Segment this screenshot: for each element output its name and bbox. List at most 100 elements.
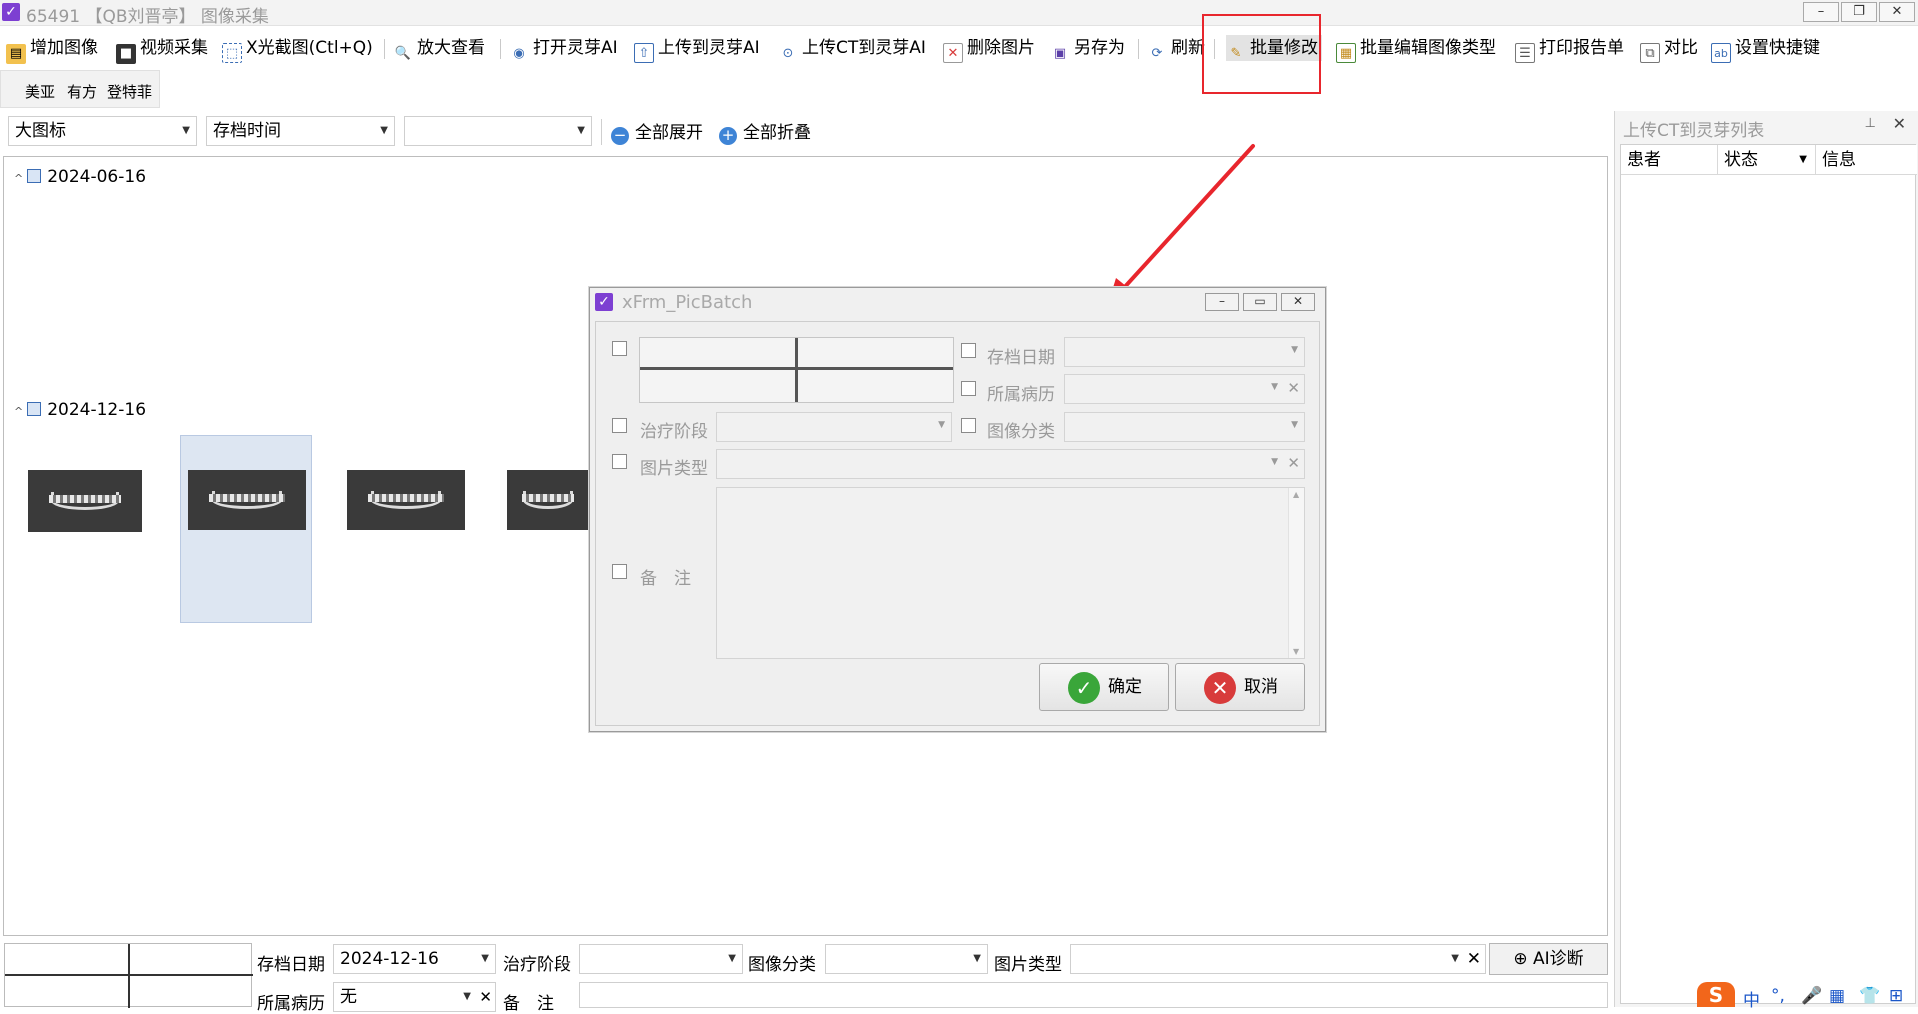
minimize-button[interactable]: –	[1803, 2, 1839, 22]
skin-icon[interactable]: 👕	[1859, 986, 1880, 1006]
column-header[interactable]: 患者	[1621, 145, 1718, 175]
gallery-group-header[interactable]: ^ 2024-12-16	[14, 400, 146, 420]
medical-record-select[interactable]: 无 ▼ ✕	[333, 982, 496, 1012]
picture-type-checkbox[interactable]	[612, 454, 627, 469]
image-category-checkbox[interactable]	[961, 418, 976, 433]
clear-icon[interactable]: ✕	[1287, 379, 1300, 397]
close-icon: ✕	[1204, 672, 1236, 704]
xray-thumbnail[interactable]	[347, 470, 465, 530]
scroll-up-icon: ▲	[1293, 490, 1300, 499]
preview-checkbox[interactable]	[612, 341, 627, 356]
plus-circle-icon: ⊕	[1513, 949, 1528, 969]
app-check-icon: ✓	[2, 3, 20, 21]
scrollbar[interactable]: ▲ ▼	[1288, 488, 1304, 658]
clear-icon[interactable]: ✕	[1287, 454, 1300, 472]
remark-textarea[interactable]: ▲ ▼	[716, 487, 1305, 659]
delete-icon: ✕	[943, 43, 963, 63]
ok-button[interactable]: ✓ 确定	[1039, 663, 1169, 711]
compare-button[interactable]: ⧉ 对比	[1640, 35, 1698, 63]
remark-input[interactable]	[579, 982, 1608, 1008]
view-mode-select[interactable]: 大图标 ▼	[8, 116, 197, 146]
dialog-maximize-button[interactable]: ▭	[1243, 293, 1277, 311]
treatment-stage-checkbox[interactable]	[612, 418, 627, 433]
collapse-all-button[interactable]: + 全部折叠	[719, 121, 811, 145]
group-icon	[27, 169, 42, 183]
medical-record-checkbox[interactable]	[961, 381, 976, 396]
dialog-minimize-button[interactable]: –	[1205, 293, 1239, 311]
ime-toolbar: S 中 °, 🎤 ▦ 👕 ⊞	[1697, 982, 1918, 1011]
menu-grid-icon[interactable]: ⊞	[1889, 986, 1903, 1006]
image-category-label: 图像分类	[987, 422, 1055, 442]
chevron-down-icon: ▼	[728, 953, 736, 964]
ime-punct-toggle[interactable]: °,	[1771, 986, 1785, 1006]
annotation-arrow	[1108, 144, 1255, 304]
treatment-stage-select[interactable]: ▼	[579, 944, 743, 974]
group-tab[interactable]: 美亚	[25, 81, 55, 102]
refresh-button[interactable]: ⟳ 刷新	[1147, 35, 1205, 61]
sogou-logo: S	[1697, 982, 1735, 1007]
panel-close-button[interactable]: ✕	[1893, 114, 1906, 133]
expand-all-button[interactable]: − 全部展开	[611, 121, 703, 145]
delete-image-button[interactable]: ✕ 删除图片	[943, 35, 1035, 63]
save-icon: ▣	[1053, 46, 1067, 61]
window-title: 65491 【QB刘晋亭】 图像采集	[26, 7, 269, 27]
filter-divider	[601, 119, 602, 145]
xray-capture-button[interactable]: ⬚ X光截图(Ctl+Q)	[222, 35, 373, 63]
zoom-view-button[interactable]: 🔍 放大查看	[393, 35, 485, 61]
dialog-close-button[interactable]: ✕	[1281, 293, 1315, 311]
video-capture-button[interactable]: ■ 视频采集	[116, 35, 208, 64]
picture-type-select[interactable]: ▼ ✕	[1070, 944, 1486, 974]
medical-record-field[interactable]: ▼ ✕	[1064, 374, 1305, 404]
xray-thumbnail[interactable]	[507, 470, 589, 530]
extra-select[interactable]: ▼	[404, 116, 592, 146]
ime-lang-toggle[interactable]: 中	[1743, 986, 1760, 1011]
chevron-down-icon: ▼	[1799, 154, 1807, 165]
add-image-button[interactable]: ▤ 增加图像	[6, 35, 98, 64]
clear-icon[interactable]: ✕	[1467, 945, 1481, 973]
folder-icon: ▤	[6, 44, 26, 64]
toolbar-divider	[384, 39, 385, 59]
image-type-icon: ▦	[1336, 43, 1356, 63]
app-check-icon: ✓	[595, 293, 613, 311]
upload-ct-lingya-button[interactable]: ⊙ 上传CT到灵芽AI	[778, 35, 926, 61]
treatment-stage-field[interactable]: ▼	[716, 412, 952, 442]
ct-upload-icon: ⊙	[782, 46, 794, 61]
remark-checkbox[interactable]	[612, 564, 627, 579]
batch-edit-type-button[interactable]: ▦ 批量编辑图像类型	[1336, 35, 1496, 63]
picture-type-field[interactable]: ▼ ✕	[716, 449, 1305, 479]
cancel-button[interactable]: ✕ 取消	[1175, 663, 1305, 711]
column-header[interactable]: 信息	[1816, 145, 1917, 175]
archive-date-field[interactable]: ▼	[1064, 337, 1305, 367]
panel-title: 上传CT到灵芽列表	[1623, 121, 1765, 141]
dialog-title: xFrm_PicBatch	[622, 292, 753, 313]
ai-diagnosis-button[interactable]: ⊕ AI诊断	[1489, 943, 1608, 975]
upload-icon: ⇧	[634, 43, 654, 63]
group-tab[interactable]: 有方	[67, 81, 97, 102]
keyboard-icon[interactable]: ▦	[1829, 986, 1845, 1006]
xray-thumbnail[interactable]	[188, 470, 306, 530]
print-report-button[interactable]: ☰ 打印报告单	[1515, 35, 1624, 63]
close-button[interactable]: ✕	[1879, 2, 1915, 22]
refresh-icon: ⟳	[1151, 46, 1163, 61]
sort-by-select[interactable]: 存档时间 ▼	[206, 116, 395, 146]
upload-lingya-button[interactable]: ⇧ 上传到灵芽AI	[634, 35, 760, 63]
microphone-icon[interactable]: 🎤	[1801, 986, 1822, 1006]
xray-thumbnail[interactable]	[28, 470, 142, 532]
group-tab[interactable]: 登特菲	[107, 81, 152, 102]
archive-date-select[interactable]: 2024-12-16 ▼	[333, 944, 496, 974]
camera-icon: ■	[116, 44, 136, 64]
image-category-label: 图像分类	[748, 955, 816, 975]
pin-icon[interactable]: ⊥	[1865, 116, 1876, 131]
archive-date-checkbox[interactable]	[961, 343, 976, 358]
open-lingya-button[interactable]: ◉ 打开灵芽AI	[509, 35, 617, 61]
set-shortcut-button[interactable]: ab 设置快捷键	[1711, 35, 1820, 63]
treatment-stage-label: 治疗阶段	[640, 422, 708, 442]
image-category-field[interactable]: ▼	[1064, 412, 1305, 442]
image-category-select[interactable]: ▼	[825, 944, 988, 974]
save-as-button[interactable]: ▣ 另存为	[1050, 35, 1125, 61]
plus-circle-icon: +	[719, 127, 737, 145]
column-header[interactable]: 状态 ▼	[1718, 145, 1816, 175]
gallery-group-header[interactable]: ^ 2024-06-16	[14, 167, 146, 187]
restore-button[interactable]: ❐	[1841, 2, 1877, 22]
remark-label: 备 注	[503, 994, 554, 1014]
